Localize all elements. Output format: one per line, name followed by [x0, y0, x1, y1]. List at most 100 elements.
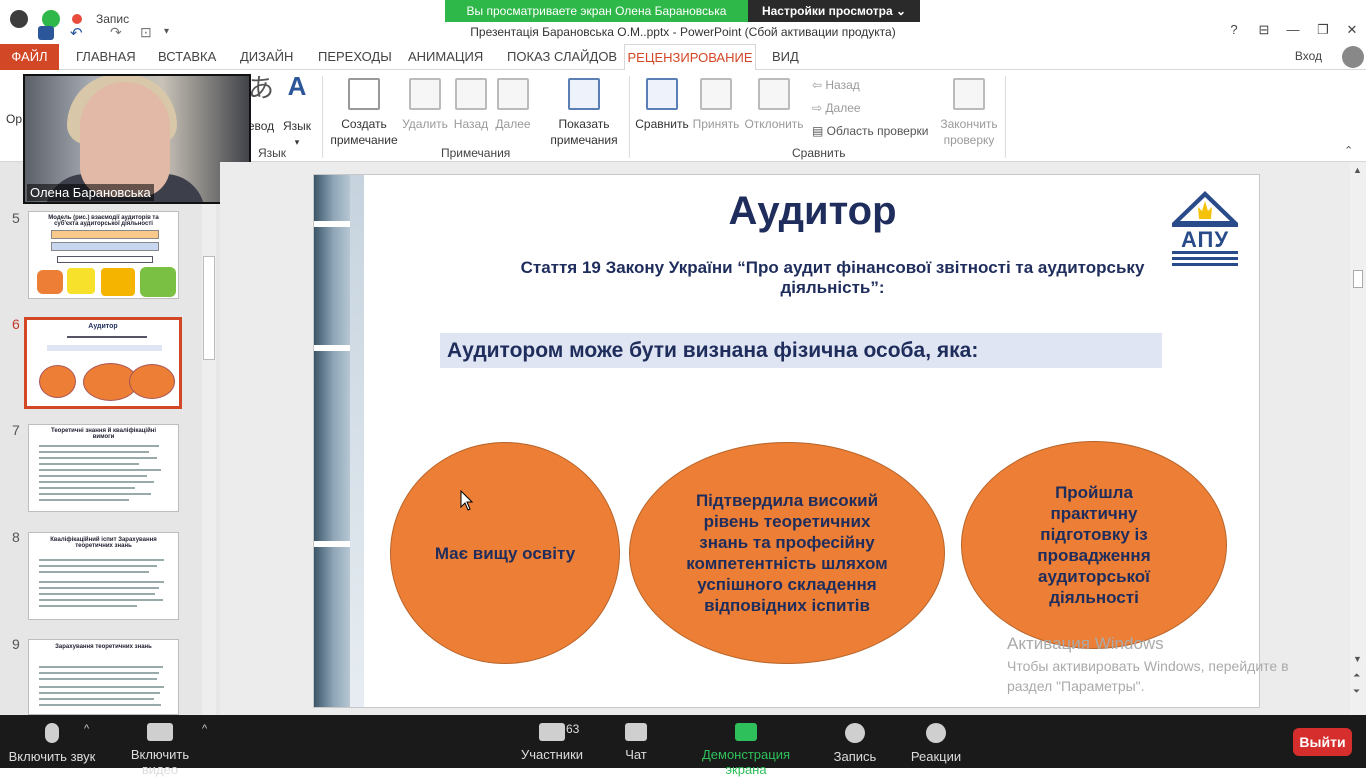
- start-video-label: Включить видео: [130, 747, 190, 777]
- record-button[interactable]: Запись: [830, 723, 880, 764]
- close-button[interactable]: ✕: [1342, 22, 1362, 38]
- thumbnail-text-line: [39, 698, 154, 700]
- slide-subtitle[interactable]: Стаття 19 Закону України “Про аудит фіна…: [514, 258, 1151, 298]
- language-icon: A: [287, 71, 307, 101]
- reject-icon: [758, 78, 790, 110]
- thumbnail-oval: [39, 365, 76, 398]
- video-figure: [80, 82, 170, 197]
- share-screen-label: Демонстрация экрана: [701, 747, 791, 777]
- reactions-button[interactable]: Реакции: [908, 723, 964, 764]
- tab-file[interactable]: ФАЙЛ: [0, 44, 59, 70]
- review-previous-button[interactable]: ⇦ Назад: [812, 78, 860, 92]
- oval-practice[interactable]: Пройшла практичну підготовку із провадже…: [961, 441, 1227, 649]
- next-comment-icon: [497, 78, 529, 110]
- group-separator: [322, 76, 323, 158]
- view-options-button[interactable]: Настройки просмотра ⌄: [748, 0, 920, 22]
- slide-vertical-scrollbar[interactable]: ▲ ▼ ⏶ ⏷: [1350, 162, 1366, 715]
- thumbnails-scrollbar[interactable]: [202, 162, 216, 715]
- scroll-down-icon[interactable]: ▼: [1353, 654, 1362, 664]
- slide-thumbnail-8[interactable]: Кваліфікаційний іспит Зарахування теорет…: [28, 532, 179, 620]
- chevron-up-icon[interactable]: ^: [202, 723, 207, 735]
- scroll-up-icon[interactable]: ▲: [1353, 165, 1362, 175]
- delete-comment-label: Удалить: [402, 117, 448, 131]
- slide-title[interactable]: Аудитор: [314, 189, 1259, 234]
- group-separator: [629, 76, 630, 158]
- tab-animations[interactable]: АНИМАЦИЯ: [408, 49, 483, 64]
- scrollbar-thumb[interactable]: [1353, 270, 1363, 288]
- thumbnail-text-line: [39, 593, 155, 595]
- avatar[interactable]: [1342, 46, 1364, 68]
- slide-thumbnail-7[interactable]: Теоретичні знання й кваліфікаційні вимог…: [28, 424, 179, 512]
- new-comment-button[interactable]: Создать примечание: [328, 78, 400, 148]
- previous-slide-icon[interactable]: ⏶: [1353, 670, 1360, 681]
- participants-count: 63: [566, 722, 580, 736]
- start-video-button[interactable]: Включить видео: [112, 723, 208, 777]
- tab-view[interactable]: ВИД: [772, 49, 799, 64]
- thumbnail-shape: [51, 230, 159, 239]
- thumbnail-number: 7: [12, 422, 20, 438]
- thumbnail-oval: [129, 364, 175, 399]
- ribbon-tabs: ФАЙЛ ГЛАВНАЯ ВСТАВКА ДИЗАЙН ПЕРЕХОДЫ АНИ…: [0, 44, 1366, 71]
- language-button[interactable]: A Язык ▾: [280, 71, 314, 150]
- accept-label: Принять: [692, 117, 740, 131]
- next-slide-icon[interactable]: ⏷: [1353, 686, 1360, 697]
- collapse-ribbon-icon[interactable]: ⌃: [1344, 144, 1353, 157]
- chat-button[interactable]: Чат: [614, 723, 658, 762]
- tab-insert[interactable]: ВСТАВКА: [158, 49, 216, 64]
- unmute-button[interactable]: Включить звук: [8, 723, 96, 764]
- thumbnail-shape: [140, 267, 176, 297]
- tab-review[interactable]: РЕЦЕНЗИРОВАНИЕ: [624, 44, 756, 71]
- tab-home[interactable]: ГЛАВНАЯ: [76, 49, 136, 64]
- review-next-button[interactable]: ⇨ Далее: [812, 101, 861, 115]
- thumbnail-title: Модель (рис.) взаємодії аудиторів та суб…: [48, 215, 159, 227]
- tab-slideshow[interactable]: ПОКАЗ СЛАЙДОВ: [507, 49, 617, 64]
- thumbnail-text-line: [39, 463, 139, 465]
- thumbnail-band: [47, 345, 162, 351]
- slide-highlight-band[interactable]: Аудитором може бути визнана фізична особ…: [440, 333, 1162, 368]
- share-screen-icon: [735, 723, 757, 741]
- logo-text: АПУ: [1180, 227, 1230, 252]
- thumbnails-scrollbar-thumb[interactable]: [203, 256, 215, 360]
- next-comment-button[interactable]: Далее: [492, 78, 534, 132]
- tab-design[interactable]: ДИЗАЙН: [240, 49, 293, 64]
- accept-button[interactable]: Принять: [690, 78, 742, 132]
- arrow-right-icon: ⇨: [812, 101, 826, 115]
- reject-button[interactable]: Отклонить: [742, 78, 806, 132]
- camera-off-icon: [147, 723, 173, 741]
- slide-thumbnail-9[interactable]: Зарахування теоретичних знань: [28, 639, 179, 715]
- thumbnail-text-line: [39, 599, 163, 601]
- oval-competence[interactable]: Підтвердила високий рівень теоретичних з…: [629, 442, 945, 664]
- participant-video[interactable]: Олена Барановська: [23, 74, 251, 204]
- review-pane-button[interactable]: ▤ Область проверки: [812, 124, 928, 138]
- leave-meeting-button[interactable]: Выйти: [1293, 728, 1352, 756]
- recording-dot-icon: [72, 14, 82, 24]
- new-comment-icon: [348, 78, 380, 110]
- slide-canvas[interactable]: Аудитор Стаття 19 Закону України “Про ау…: [313, 174, 1260, 708]
- review-pane-icon: ▤: [812, 124, 827, 138]
- title-bar: Запис ↶ ↷ ⊡ ▾ Презентація Барановська О.…: [0, 0, 1366, 44]
- ribbon-display-icon[interactable]: ⊟: [1254, 22, 1274, 38]
- previous-comment-button[interactable]: Назад: [450, 78, 492, 132]
- thumbnail-title: Зарахування теоретичних знань: [55, 644, 152, 650]
- delete-comment-button[interactable]: Удалить: [400, 78, 450, 132]
- compare-button[interactable]: Сравнить: [634, 78, 690, 132]
- tab-transitions[interactable]: ПЕРЕХОДЫ: [318, 49, 392, 64]
- ribbon-partial-label: Ор: [6, 112, 23, 126]
- thumbnail-text-line: [39, 678, 157, 680]
- record-label: Запись: [833, 749, 877, 764]
- oval-education[interactable]: Має вищу освіту: [390, 442, 620, 664]
- reject-label: Отклонить: [744, 117, 804, 131]
- sign-in-link[interactable]: Вход: [1295, 49, 1322, 63]
- thumbnail-text-line: [39, 686, 164, 688]
- restore-button[interactable]: ❐: [1313, 22, 1333, 38]
- slide-thumbnail-5[interactable]: Модель (рис.) взаємодії аудиторів та суб…: [28, 211, 179, 299]
- slide-thumbnail-6[interactable]: Аудитор: [24, 317, 182, 409]
- minimize-button[interactable]: —: [1283, 22, 1303, 37]
- show-comments-button[interactable]: Показать примечания: [543, 78, 625, 148]
- share-screen-button[interactable]: Демонстрация экрана: [682, 723, 810, 777]
- end-review-button[interactable]: Закончить проверку: [936, 78, 1002, 148]
- help-icon[interactable]: ?: [1224, 22, 1244, 37]
- thumbnail-text-line: [39, 692, 160, 694]
- watermark-title: Активация Windows: [1007, 634, 1164, 653]
- chevron-up-icon[interactable]: ^: [84, 723, 89, 735]
